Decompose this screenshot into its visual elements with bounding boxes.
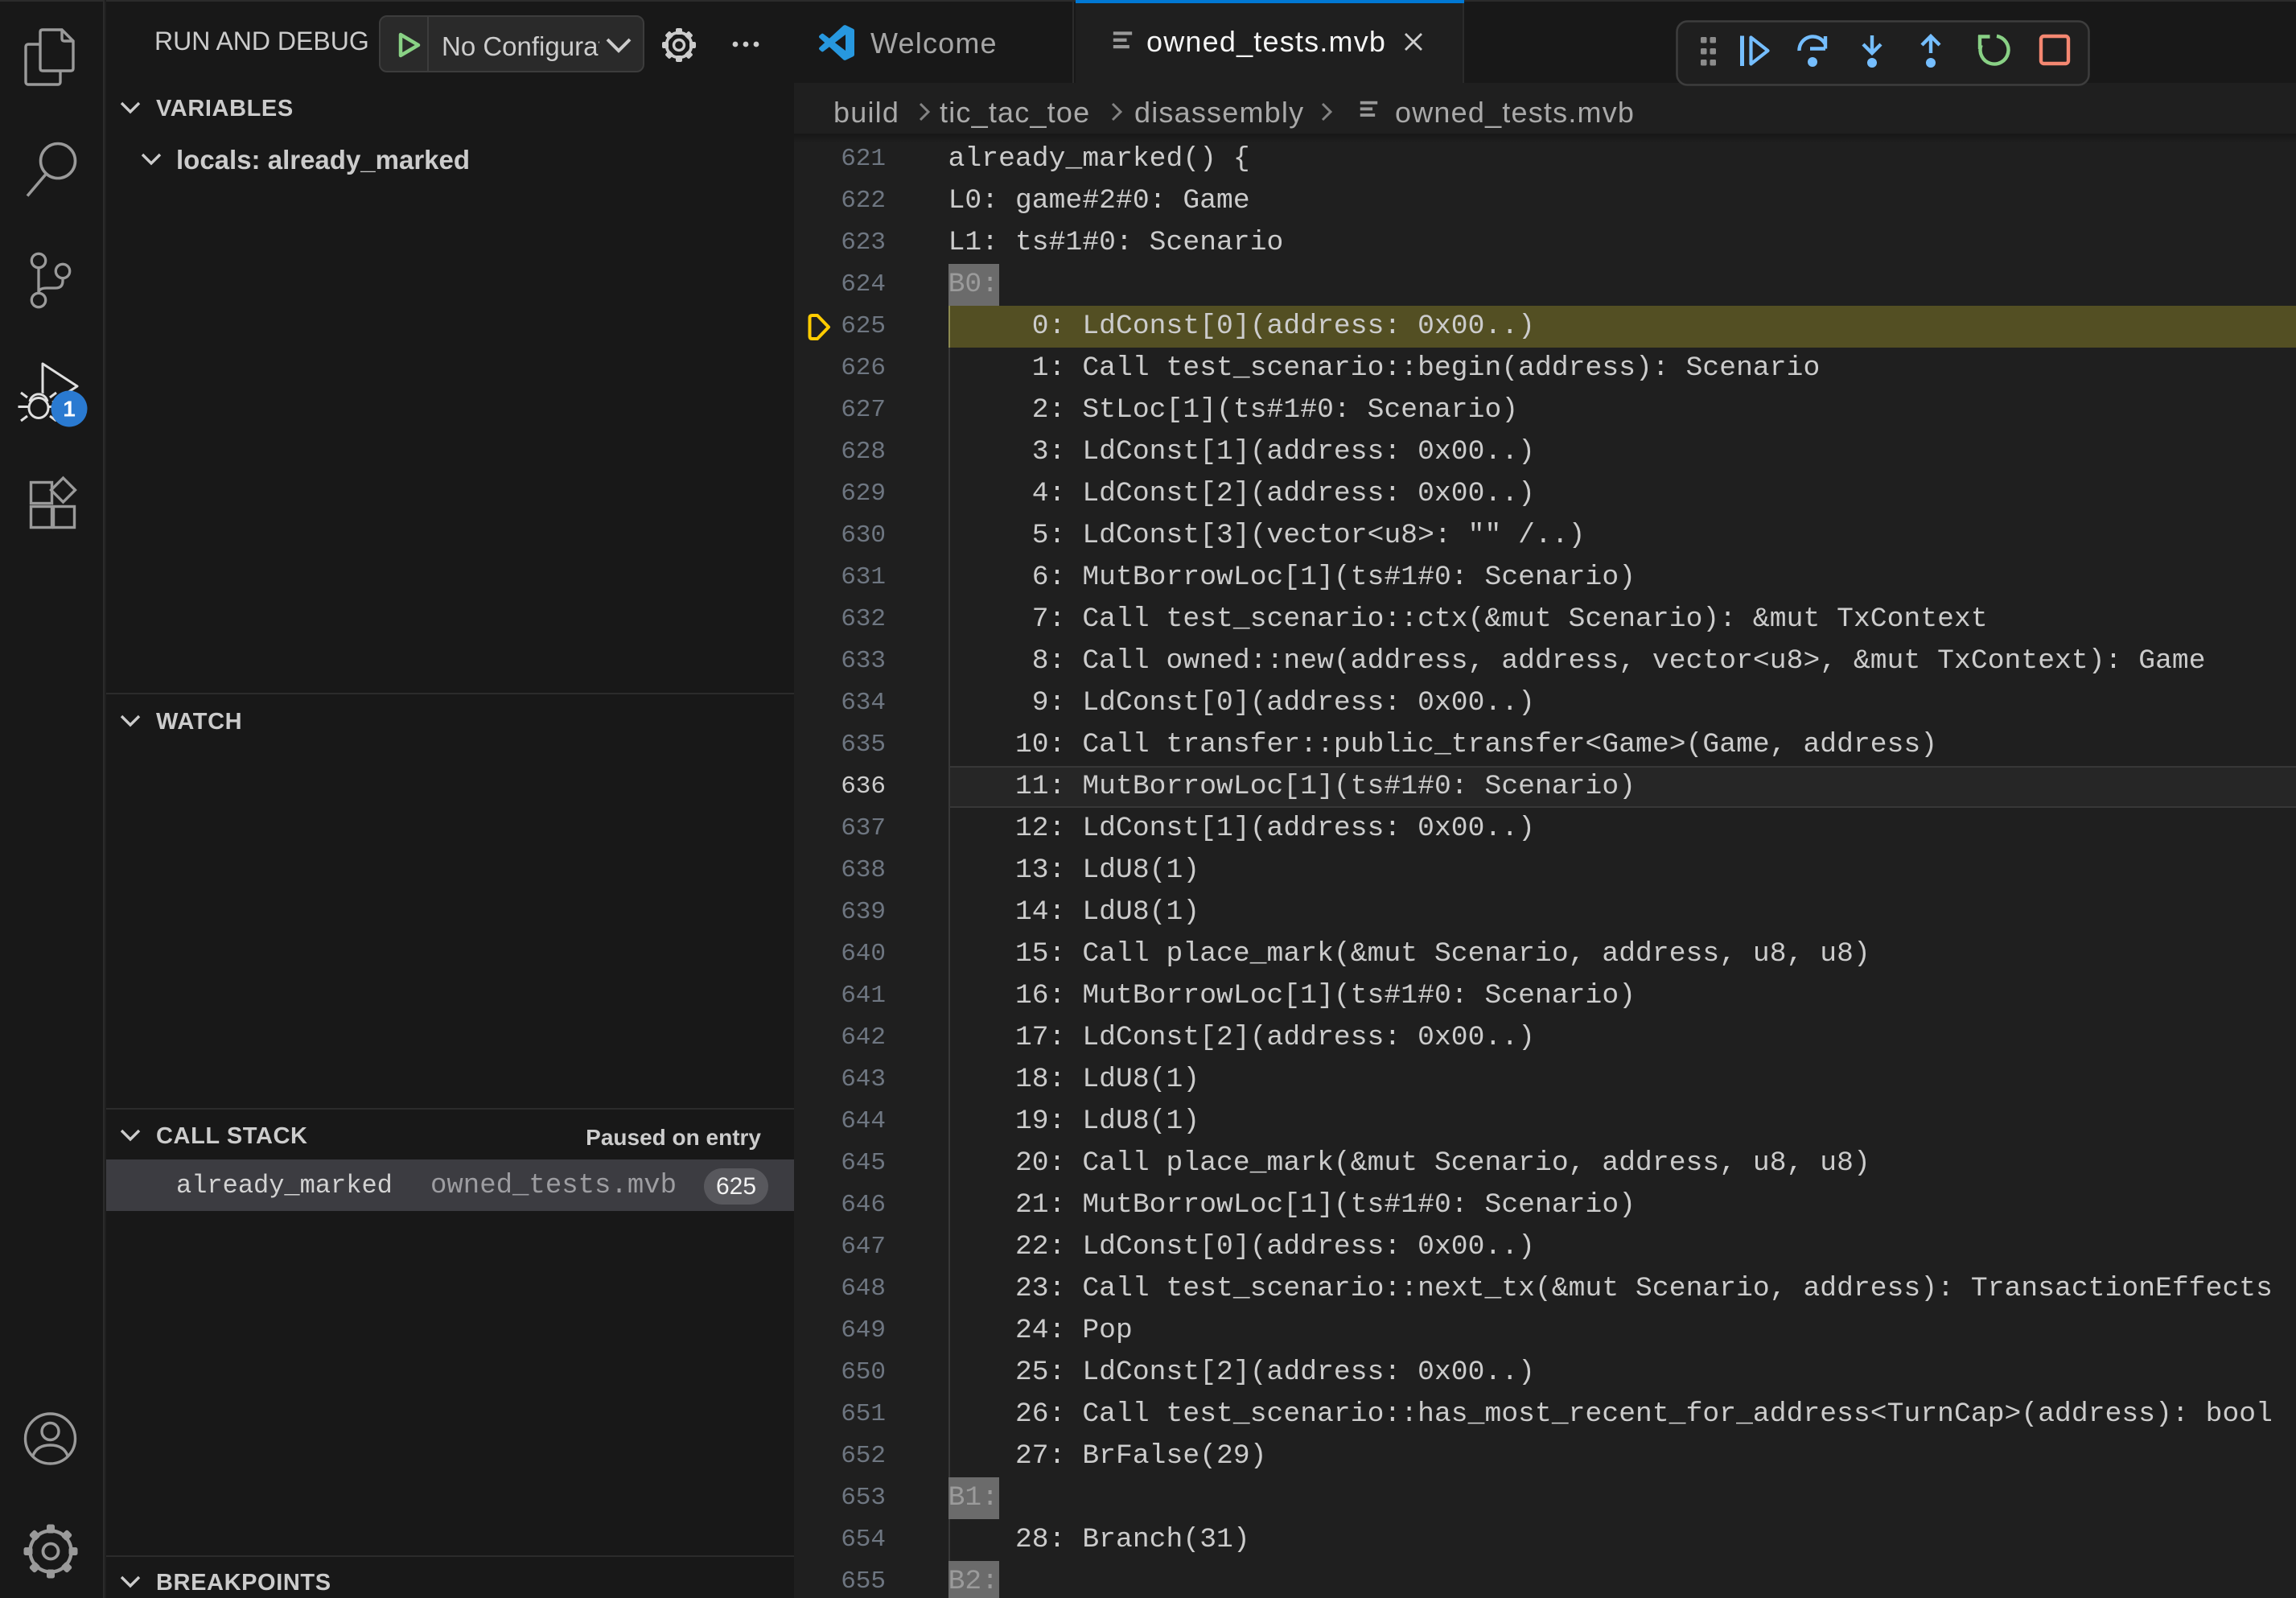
svg-text:1: 1 xyxy=(63,397,76,422)
